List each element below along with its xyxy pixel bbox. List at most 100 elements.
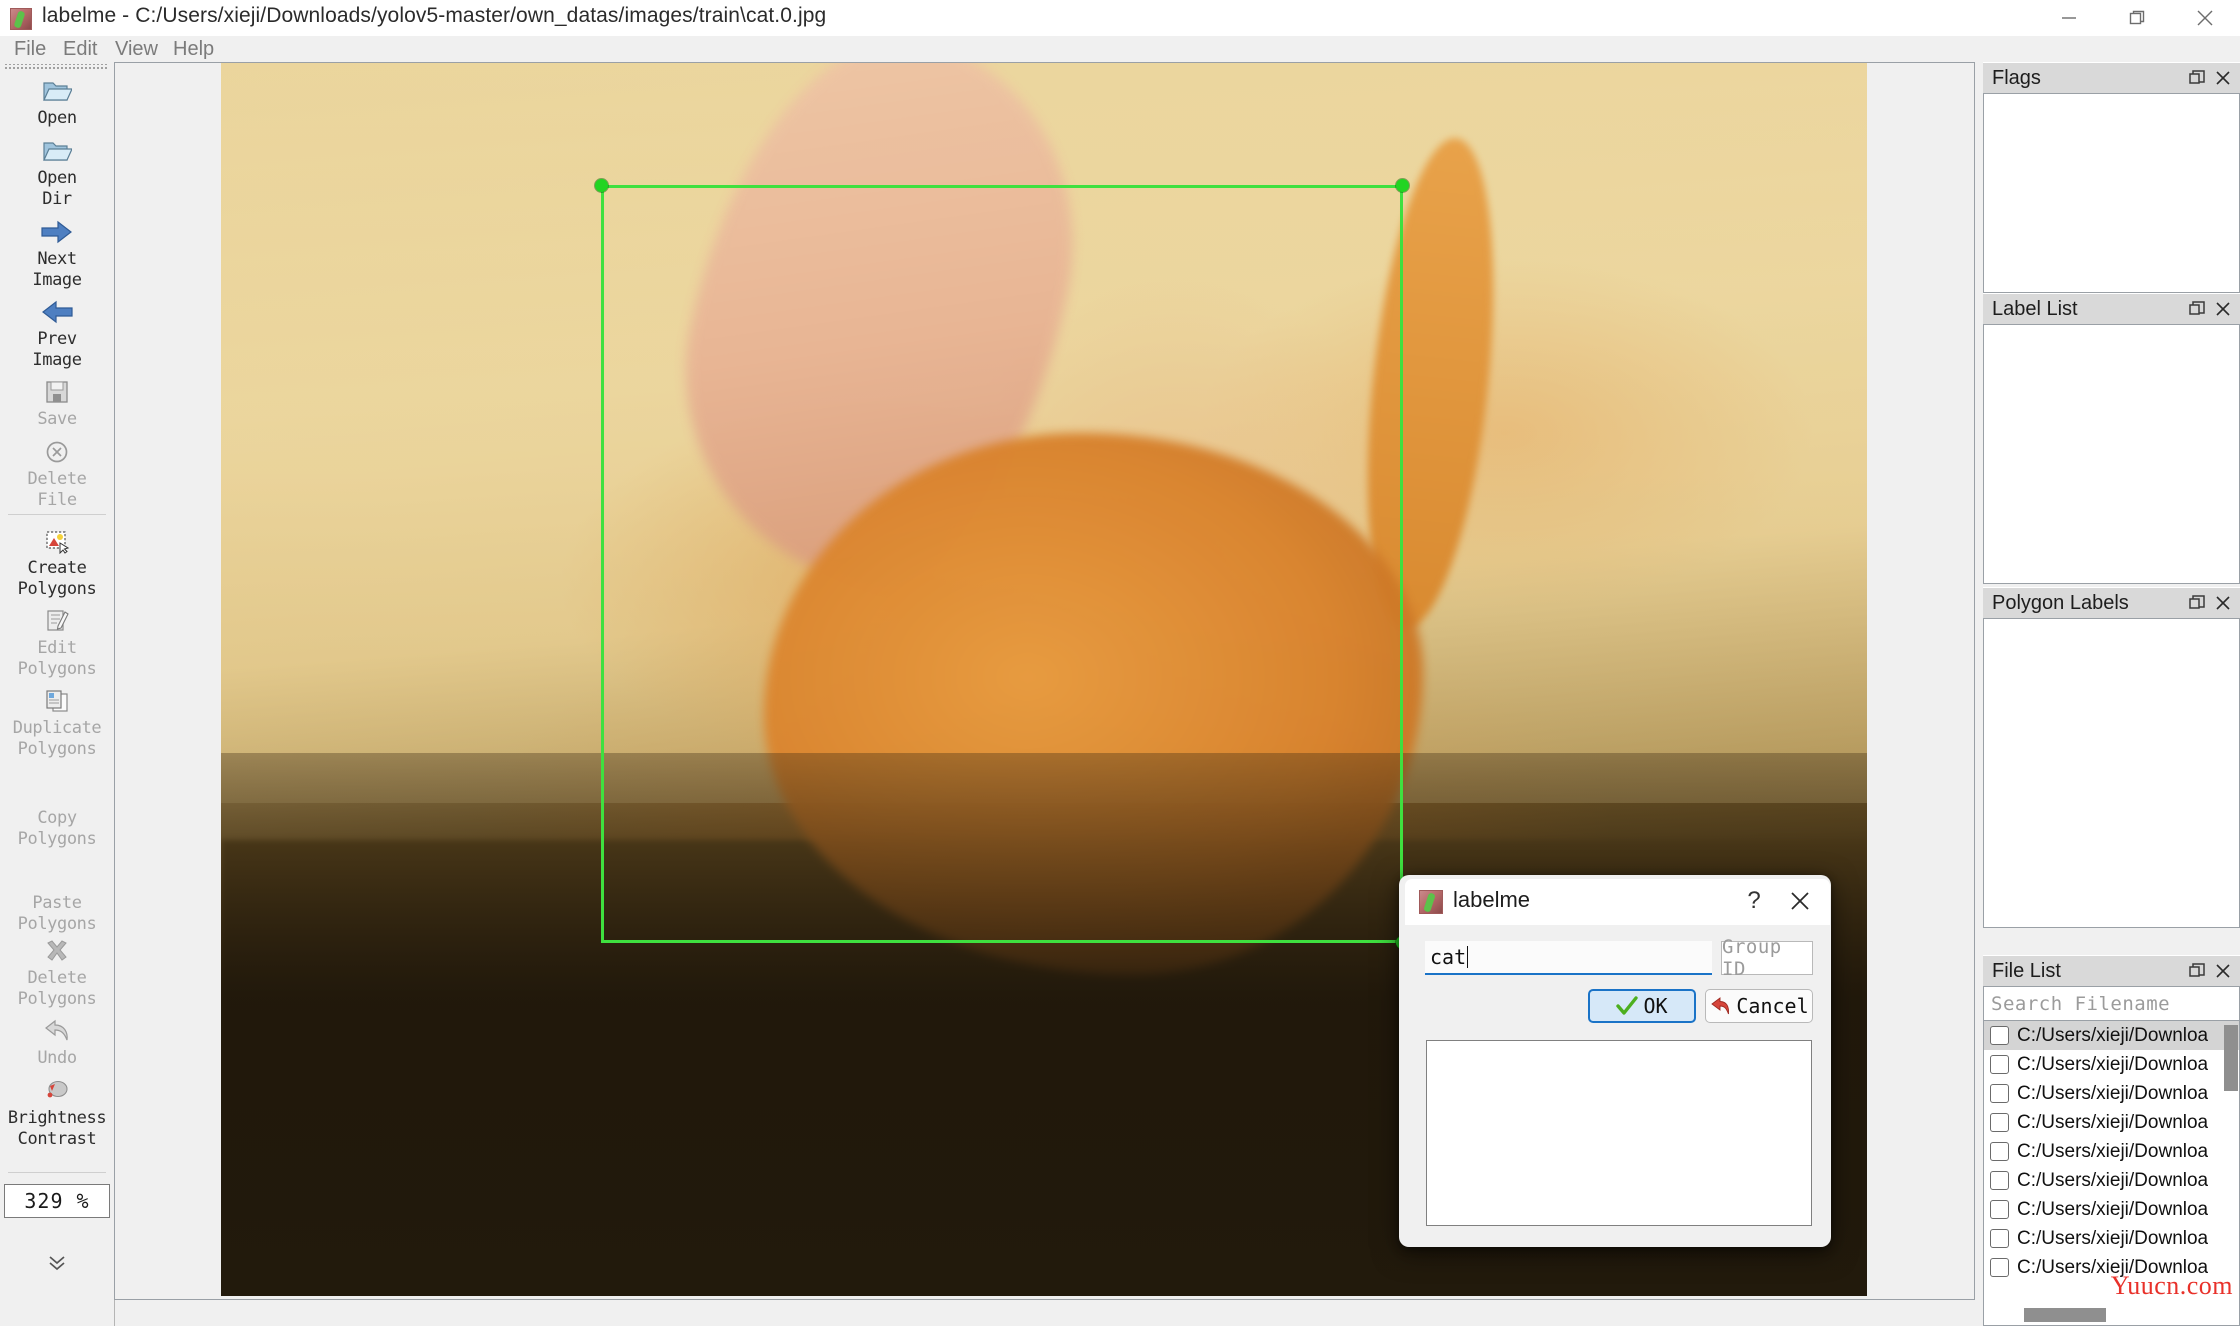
toolbar-delete-file-button[interactable]: Delete File [0,435,114,511]
menu-help[interactable]: Help [165,37,222,62]
panel-file-list: File List Search Filename C:/Users/xieji… [1983,955,2240,1326]
list-item[interactable]: C:/Users/xieji/Downloa [1984,1079,2239,1108]
panel-file-list-header: File List [1983,955,2240,986]
list-item[interactable]: C:/Users/xieji/Downloa [1984,1108,2239,1137]
toolbar-copy-polygons-button[interactable]: Copy Polygons [0,774,114,850]
file-list-horizontal-scrollbar[interactable] [1984,1305,2239,1325]
panel-flags-title: Flags [1992,67,2041,89]
group-id-input[interactable]: Group ID [1721,936,1813,980]
toolbar-copy-polygons-label: Copy Polygons [17,808,97,849]
checkbox-icon[interactable] [1990,1142,2009,1161]
checkbox-icon[interactable] [1990,1258,2009,1277]
panel-label-list-title: Label List [1992,298,2078,320]
flags-list[interactable] [1983,93,2240,293]
toolbar-paste-polygons-label: Paste Polygons [17,893,97,934]
close-icon[interactable] [2212,67,2234,89]
list-item[interactable]: C:/Users/xieji/Downloa [1984,1195,2239,1224]
toolbar-next-image-button[interactable]: Next Image [0,215,114,291]
close-icon[interactable] [2212,592,2234,614]
toolbar-duplicate-polygons-button[interactable]: Duplicate Polygons [0,684,114,760]
file-list[interactable]: C:/Users/xieji/Downloa C:/Users/xieji/Dow… [1984,1021,2239,1325]
checkbox-icon[interactable] [1990,1084,2009,1103]
panel-label-list-header: Label List [1983,293,2240,324]
open-folder-icon [0,74,114,108]
checkbox-icon[interactable] [1990,1200,2009,1219]
checkbox-icon[interactable] [1990,1055,2009,1074]
float-icon[interactable] [2186,960,2208,982]
toolbar-open-dir-button[interactable]: Open Dir [0,134,114,210]
float-icon[interactable] [2186,298,2208,320]
close-icon[interactable] [2212,960,2234,982]
toolbar-prev-image-button[interactable]: Prev Image [0,295,114,371]
label-list[interactable] [1983,324,2240,584]
dialog-label-suggestions-list[interactable] [1426,1040,1812,1226]
ok-button-label: OK [1643,994,1668,1018]
toolbar-brightness-contrast-button[interactable]: Brightness Contrast [0,1074,114,1150]
toolbar-undo-button[interactable]: Undo [0,1014,114,1069]
toolbar-separator [8,514,106,515]
help-icon[interactable]: ? [1740,887,1768,915]
bounding-box-shape[interactable] [595,179,1409,949]
labelme-window: labelme - C:/Users/xieji/Downloads/yolov… [0,0,2240,1326]
toolbar-save-button[interactable]: Save [0,375,114,430]
menu-view[interactable]: View [107,37,166,62]
list-item-label: C:/Users/xieji/Downloa [2017,1024,2209,1046]
open-folder-icon [0,134,114,168]
panel-label-list: Label List [1983,293,2240,584]
panel-file-list-title: File List [1992,960,2061,982]
list-item[interactable]: C:/Users/xieji/Downloa [1984,1137,2239,1166]
checkbox-icon[interactable] [1990,1171,2009,1190]
delete-circle-icon [0,435,114,469]
close-icon[interactable] [2172,0,2238,36]
restore-icon[interactable] [2104,0,2170,36]
toolbar-save-label: Save [37,409,77,429]
polygon-labels-list[interactable] [1983,618,2240,928]
toolbar-delete-polygons-button[interactable]: Delete Polygons [0,934,114,1010]
list-item-label: C:/Users/xieji/Downloa [2017,1082,2209,1104]
cancel-button[interactable]: Cancel [1705,989,1813,1023]
top-right-vertex[interactable] [1396,179,1409,192]
toolbar-open-label: Open [37,108,77,128]
toolbar-edit-polygons-button[interactable]: Edit Polygons [0,604,114,680]
toolbar-separator [8,1172,106,1173]
float-icon[interactable] [2186,67,2208,89]
paste-icon [0,859,114,893]
toolbar-delete-file-label: Delete File [27,469,87,510]
menu-file[interactable]: File [6,37,54,62]
chevron-double-down-icon[interactable] [0,1252,114,1280]
list-item[interactable]: C:/Users/xieji/Downloa [1984,1253,2239,1282]
toolbar-drag-handle[interactable] [4,64,108,71]
arrow-right-icon [0,215,114,249]
menu-edit[interactable]: Edit [55,37,105,62]
checkbox-icon[interactable] [1990,1026,2009,1045]
panel-polygon-labels-header: Polygon Labels [1983,587,2240,618]
ok-button[interactable]: OK [1588,989,1696,1023]
zoom-value-input[interactable]: 329 % [4,1184,110,1218]
toolbar-next-image-label: Next Image [32,249,82,290]
list-item[interactable]: C:/Users/xieji/Downloa [1984,1021,2239,1050]
minimize-icon[interactable] [2036,0,2102,36]
label-text-input[interactable]: cat [1425,941,1712,975]
file-list-vertical-scrollbar[interactable] [2224,1025,2238,1091]
panel-flags-header: Flags [1983,62,2240,93]
scrollbar-thumb[interactable] [2024,1308,2106,1322]
float-icon[interactable] [2186,592,2208,614]
close-icon[interactable] [2212,298,2234,320]
copy-icon [0,774,114,808]
toolbar-open-button[interactable]: Open [0,74,114,129]
panel-polygon-labels: Polygon Labels [1983,587,2240,928]
toolbar-create-polygons-button[interactable]: Create Polygons [0,524,114,600]
top-left-vertex[interactable] [595,179,608,192]
list-item[interactable]: C:/Users/xieji/Downloa [1984,1224,2239,1253]
red-undo-arrow-icon [1709,996,1731,1016]
search-input[interactable]: Search Filename [1984,987,2239,1021]
undo-arrow-icon [0,1014,114,1048]
edit-polygon-icon [0,604,114,638]
list-item[interactable]: C:/Users/xieji/Downloa [1984,1050,2239,1079]
checkbox-icon[interactable] [1990,1229,2009,1248]
close-icon[interactable] [1786,887,1814,915]
toolbar-paste-polygons-button[interactable]: Paste Polygons [0,859,114,935]
list-item[interactable]: C:/Users/xieji/Downloa [1984,1166,2239,1195]
list-item-label: C:/Users/xieji/Downloa [2017,1198,2209,1220]
checkbox-icon[interactable] [1990,1113,2009,1132]
